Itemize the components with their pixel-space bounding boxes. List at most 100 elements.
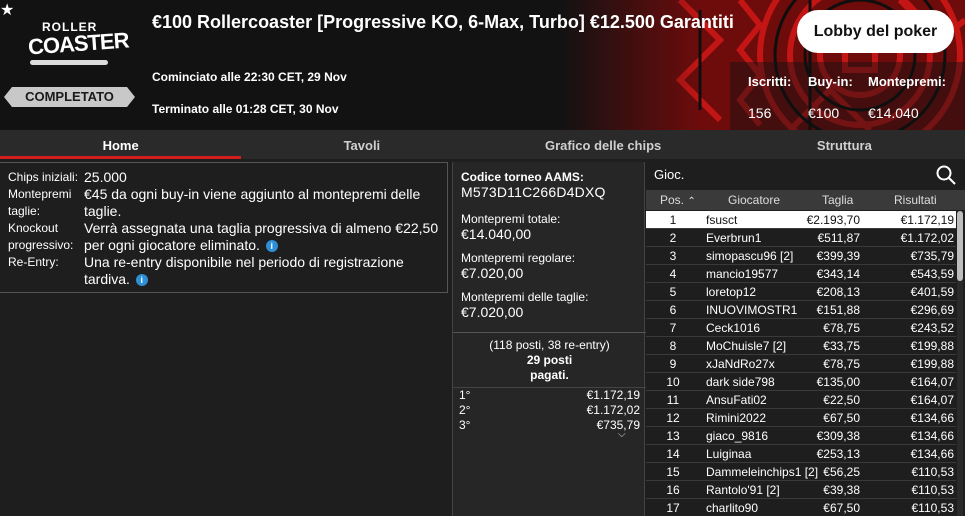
tab-home[interactable]: Home [0, 130, 242, 159]
cell-name: INUOVIMOSTR1 [706, 303, 798, 317]
payout-place: 2° [459, 403, 471, 417]
tab-tables[interactable]: Tavoli [241, 130, 482, 159]
cell-result: €110,53 [911, 483, 955, 497]
info-icon[interactable]: i [135, 274, 148, 287]
favorite-star-icon[interactable]: ★ [0, 0, 14, 20]
info-label: Montepremi taglie: [8, 187, 72, 218]
search-icon[interactable] [935, 164, 957, 186]
divider [453, 332, 646, 333]
column-bounty[interactable]: Taglia [822, 193, 853, 207]
logo-text-main: COASTER [27, 27, 130, 60]
info-value: Una re-entry disponibile nel periodo di … [84, 254, 439, 288]
aams-code: M573D11C266D4DXQ [461, 184, 606, 200]
cell-bounty: €78,75 [823, 357, 860, 371]
aams-label: Codice torneo AAMS: [461, 170, 584, 184]
cell-pos: 11 [666, 393, 680, 407]
table-row[interactable]: 16 Rantolo'91 [2] €39,38 €110,53 [646, 481, 956, 499]
cell-bounty: €2.193,70 [806, 213, 860, 227]
bounty-prize-block: Montepremi delle taglie: €7.020,00 [453, 281, 644, 320]
cell-pos: 8 [669, 339, 677, 353]
cell-pos: 5 [669, 285, 677, 299]
info-icon[interactable]: i [265, 240, 278, 253]
table-row[interactable]: 13 giaco_9816 €309,38 €134,66 [646, 427, 956, 445]
cell-bounty: €399,39 [816, 249, 860, 263]
table-row[interactable]: 2 Everbrun1 €511,87 €1.172,02 [646, 229, 956, 247]
player-search[interactable]: Gioc. [646, 162, 965, 190]
cell-result: €243,52 [910, 321, 954, 335]
info-value: €45 da ogni buy-in viene aggiunto al mon… [84, 186, 421, 219]
table-row[interactable]: 6 INUOVIMOSTR1 €151,88 €296,69 [646, 301, 956, 319]
table-row[interactable]: 14 Luiginaa €253,13 €134,66 [646, 445, 956, 463]
cell-bounty: €511,87 [817, 231, 861, 245]
info-label: Chips iniziali: [8, 170, 79, 184]
cell-pos: 6 [669, 303, 677, 317]
cell-name: Rantolo'91 [2] [706, 483, 780, 497]
table-row[interactable]: 3 simopascu96 [2] €399,39 €735,79 [646, 247, 956, 265]
table-row[interactable]: 12 Rimini2022 €67,50 €134,66 [646, 409, 956, 427]
info-row-chips: Chips iniziali: 25.000 [8, 169, 439, 186]
tab-structure[interactable]: Struttura [724, 130, 965, 159]
table-row[interactable]: 5 loretop12 €208,13 €401,59 [646, 283, 956, 301]
players-table-body: 1 fsusct €2.193,70 €1.172,19 2 Everbrun1 €511,… [646, 211, 956, 516]
table-row[interactable]: 10 dark side798 €135,00 €164,07 [646, 373, 956, 391]
cell-name: Rimini2022 [706, 411, 767, 425]
cell-pos: 7 [669, 321, 677, 335]
payout-amount: €1.172,19 [586, 388, 640, 402]
info-value-text: Verrà assegnata una taglia progressiva d… [84, 220, 439, 253]
cell-pos: 3 [669, 249, 677, 263]
stat-entrants: Iscritti: 156 [748, 74, 791, 121]
players-scrollbar[interactable] [957, 211, 963, 516]
table-row[interactable]: 1 fsusct €2.193,70 €1.172,19 [646, 211, 956, 229]
cell-result: €199,88 [910, 357, 954, 371]
column-result[interactable]: Risultati [894, 193, 937, 207]
table-row[interactable]: 11 AnsuFati02 €22,50 €164,07 [646, 391, 956, 409]
cell-result: €134,66 [910, 429, 954, 443]
cell-pos: 17 [666, 501, 680, 515]
cell-bounty: €309,38 [816, 429, 860, 443]
cell-result: €199,88 [910, 339, 954, 353]
cell-name: giaco_9816 [706, 429, 769, 443]
bounty-prize-value: €7.020,00 [461, 304, 524, 320]
cell-name: xJaNdRo27x [706, 357, 775, 371]
cell-pos: 15 [666, 465, 680, 479]
column-pos[interactable]: Pos. ⌃ [660, 193, 696, 207]
cell-result: €296,69 [910, 303, 954, 317]
payout-list: 1° €1.172,19 2° €1.172,02 3° €735,79 [453, 387, 646, 433]
chevron-down-icon[interactable]: ⌵ [618, 429, 626, 440]
sort-asc-icon[interactable]: ⌃ [687, 196, 695, 207]
cell-result: €1.172,02 [900, 231, 954, 245]
column-pos-label: Pos. [660, 193, 685, 207]
cell-result: €164,07 [910, 393, 954, 407]
cell-result: €164,07 [910, 375, 954, 389]
table-row[interactable]: 4 mancio19577 €343,14 €543,59 [646, 265, 956, 283]
prize-panel: Codice torneo AAMS: M573D11C266D4DXQ Mon… [452, 162, 646, 516]
cell-name: Ceck1016 [706, 321, 761, 335]
info-row-bounty-pool: Montepremi taglie: €45 da ogni buy-in vi… [8, 186, 439, 220]
stat-value: €100 [808, 105, 840, 121]
table-row[interactable]: 8 MoChuisle7 [2] €33,75 €199,88 [646, 337, 956, 355]
tab-chip-graph[interactable]: Grafico delle chips [483, 130, 724, 159]
tournament-title: €100 Rollercoaster [Progressive KO, 6-Ma… [152, 12, 734, 32]
table-row[interactable]: 15 Dammeleinchips1 [2] €56,25 €110,53 [646, 463, 956, 481]
poker-lobby-button[interactable]: Lobby del poker [797, 10, 954, 53]
total-prize-label: Montepremi totale: [461, 212, 561, 226]
paid-places-summary: (118 posti, 38 re-entry) 29 posti pagati… [453, 338, 646, 383]
cell-name: MoChuisle7 [2] [706, 339, 787, 353]
scrollbar-thumb[interactable] [957, 211, 963, 281]
cell-name: mancio19577 [706, 267, 779, 281]
cell-bounty: €39,38 [823, 483, 860, 497]
search-input[interactable]: Gioc. [654, 167, 684, 182]
regular-prize-block: Montepremi regolare: €7.020,00 [453, 242, 644, 281]
stat-label: Iscritti: [748, 74, 792, 89]
table-row[interactable]: 17 charlito90 €67,50 €110,53 [646, 499, 956, 516]
cell-name: Everbrun1 [706, 231, 762, 245]
players-panel: Gioc. Pos. ⌃ Giocatore Taglia Risultati … [646, 162, 965, 516]
cell-name: loretop12 [706, 285, 757, 299]
table-row[interactable]: 9 xJaNdRo27x €78,75 €199,88 [646, 355, 956, 373]
table-row[interactable]: 7 Ceck1016 €78,75 €243,52 [646, 319, 956, 337]
info-row-reentry: Re-Entry: Una re-entry disponibile nel p… [8, 254, 439, 288]
info-row-progressive-ko: Knockout progressivo: Verrà assegnata un… [8, 220, 439, 254]
cell-bounty: €208,13 [816, 285, 860, 299]
end-time: Terminato alle 01:28 CET, 30 Nov [152, 102, 339, 116]
column-player[interactable]: Giocatore [728, 193, 780, 207]
